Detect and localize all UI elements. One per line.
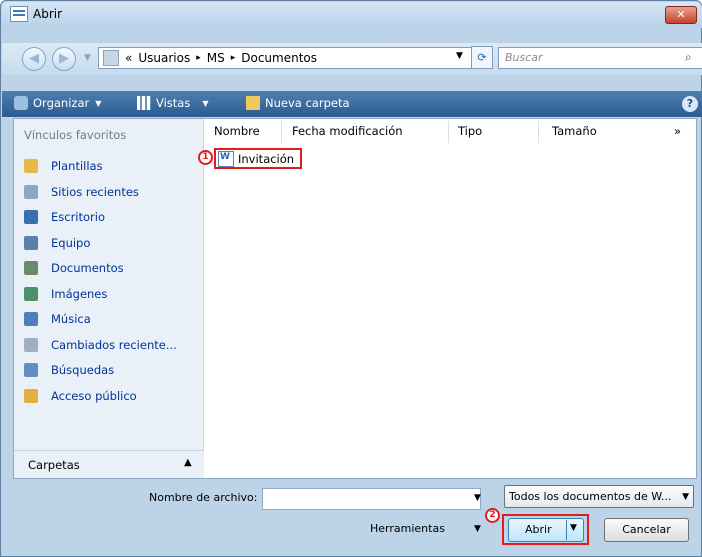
sidebar-item-label: Equipo (51, 235, 91, 250)
new-folder-label: Nueva carpeta (265, 96, 350, 110)
new-folder-button[interactable]: Nueva carpeta (246, 96, 350, 110)
tools-dropdown-icon[interactable]: ▼ (474, 524, 481, 534)
sidebar-item-label: Escritorio (51, 210, 106, 224)
sidebar-item-label: Música (51, 312, 91, 326)
command-toolbar: Organizar ▼ Vistas ▼ Nueva carpeta ? (2, 91, 702, 117)
file-item-invitacion[interactable]: Invitación (214, 148, 302, 169)
breadcrumb-ms[interactable]: MS (207, 51, 225, 65)
sidebar-item-label: Sitios recientes (51, 184, 139, 199)
file-type-value: Todos los documentos de W... (509, 490, 672, 503)
organize-label: Organizar (33, 96, 90, 110)
sidebar-item[interactable]: Imágenes (24, 284, 200, 304)
sidebar-item[interactable]: Música (24, 309, 200, 329)
sidebar-item-label: Acceso público (51, 388, 137, 403)
favorite-links-heading: Vínculos favoritos (24, 128, 127, 142)
file-type-select[interactable]: Todos los documentos de W... ▼ (504, 485, 694, 508)
sidebar-item-label: Plantillas (51, 159, 103, 173)
recent-places-icon (24, 184, 38, 199)
organize-menu-button[interactable]: Organizar ▼ (14, 96, 101, 110)
help-icon[interactable]: ? (682, 96, 698, 112)
chevron-down-icon: ▼ (202, 98, 209, 108)
filename-input[interactable] (262, 488, 481, 510)
folders-toggle[interactable]: Carpetas ▲ (14, 450, 204, 478)
desktop-icon (24, 210, 38, 224)
browser-pane: Vínculos favoritos Plantillas Sitios reci… (13, 118, 697, 479)
breadcrumb-separator-icon[interactable]: ▸ (231, 53, 236, 63)
breadcrumb-documentos[interactable]: Documentos (241, 51, 317, 65)
address-bar[interactable]: « Usuarios ▸ MS ▸ Documentos (98, 47, 479, 69)
window-title: Abrir (33, 7, 63, 21)
annotation-marker-2: 2 (485, 508, 500, 523)
pictures-icon (24, 286, 38, 301)
address-row: ◀ ▶ ▼ « Usuarios ▸ MS ▸ Documentos ▼ ⟳ B… (2, 43, 702, 75)
open-label: Abrir (525, 523, 552, 536)
views-menu-button[interactable]: Vistas ▼ (137, 96, 209, 110)
column-divider[interactable] (281, 121, 282, 143)
sidebar-item[interactable]: Plantillas (24, 156, 200, 176)
chevron-up-icon[interactable]: ▲ (184, 457, 192, 468)
annotation-marker-1: 1 (198, 150, 213, 165)
column-header-size[interactable]: Tamaño (552, 124, 597, 138)
dialog-icon (10, 6, 28, 22)
address-dropdown-icon[interactable]: ▼ (456, 51, 463, 61)
folder-location-icon (103, 50, 119, 66)
sidebar-item[interactable]: Equipo (24, 233, 200, 253)
folders-label: Carpetas (28, 458, 80, 472)
more-columns-icon[interactable]: » (674, 124, 681, 138)
chevron-down-icon: ▼ (95, 98, 102, 108)
views-icon (137, 96, 151, 110)
column-header-name[interactable]: Nombre (214, 124, 260, 138)
file-name: Invitación (238, 151, 295, 166)
search-icon[interactable]: ⌕ (685, 50, 699, 64)
file-list: Nombre Fecha modificación Tipo Tamaño » … (198, 119, 696, 478)
documents-icon (24, 261, 38, 275)
open-dialog-window: Abrir ✕ ◀ ▶ ▼ « Usuarios ▸ MS ▸ Document… (0, 0, 702, 557)
sidebar-item[interactable]: Escritorio (24, 207, 200, 227)
new-folder-icon (246, 96, 260, 110)
sidebar-item[interactable]: Cambiados reciente... (24, 335, 200, 355)
sidebar-item[interactable]: Documentos (24, 258, 200, 278)
open-split-divider (566, 520, 567, 540)
close-button[interactable]: ✕ (665, 6, 697, 24)
column-header-date[interactable]: Fecha modificación (292, 124, 403, 138)
templates-folder-icon (24, 159, 38, 173)
cancel-button[interactable]: Cancelar (604, 518, 689, 542)
title-bar: Abrir ✕ (2, 2, 702, 28)
forward-button[interactable]: ▶ (52, 47, 76, 71)
organize-icon (14, 96, 28, 110)
searches-icon (24, 363, 38, 377)
search-input[interactable]: Buscar ⌕ (498, 47, 702, 69)
sidebar-item-label: Búsquedas (51, 363, 115, 377)
tools-menu[interactable]: Herramientas (370, 522, 445, 535)
sidebar-item[interactable]: Búsquedas (24, 360, 200, 380)
sidebar-item-label: Documentos (51, 261, 124, 275)
search-placeholder: Buscar (505, 51, 543, 64)
crumb-overflow[interactable]: « (125, 51, 132, 65)
music-icon (24, 312, 38, 326)
open-options-dropdown-icon[interactable]: ▼ (570, 523, 577, 533)
breadcrumb-usuarios[interactable]: Usuarios (138, 51, 190, 65)
refresh-icon[interactable]: ⟳ (471, 46, 493, 69)
word-document-icon (218, 150, 234, 167)
recent-locations-chevron-icon[interactable]: ▼ (84, 53, 92, 63)
column-header-type[interactable]: Tipo (458, 124, 482, 138)
breadcrumb-separator-icon[interactable]: ▸ (196, 53, 201, 63)
public-folder-icon (24, 388, 38, 403)
column-divider[interactable] (538, 121, 539, 143)
chevron-down-icon: ▼ (682, 491, 689, 502)
sidebar-item-label: Imágenes (51, 286, 108, 301)
open-button[interactable]: Abrir ▼ (508, 518, 584, 542)
filename-label: Nombre de archivo: (149, 491, 258, 504)
sidebar-item-label: Cambiados reciente... (51, 337, 177, 352)
navigation-pane: Vínculos favoritos Plantillas Sitios reci… (14, 119, 204, 478)
sidebar-item[interactable]: Acceso público (24, 386, 200, 406)
column-divider[interactable] (448, 121, 449, 143)
views-label: Vistas (156, 96, 191, 110)
computer-icon (24, 235, 38, 250)
recently-changed-icon (24, 337, 38, 352)
filename-history-dropdown-icon[interactable]: ▼ (474, 493, 481, 503)
back-button[interactable]: ◀ (22, 47, 46, 71)
sidebar-item[interactable]: Sitios recientes (24, 182, 200, 202)
